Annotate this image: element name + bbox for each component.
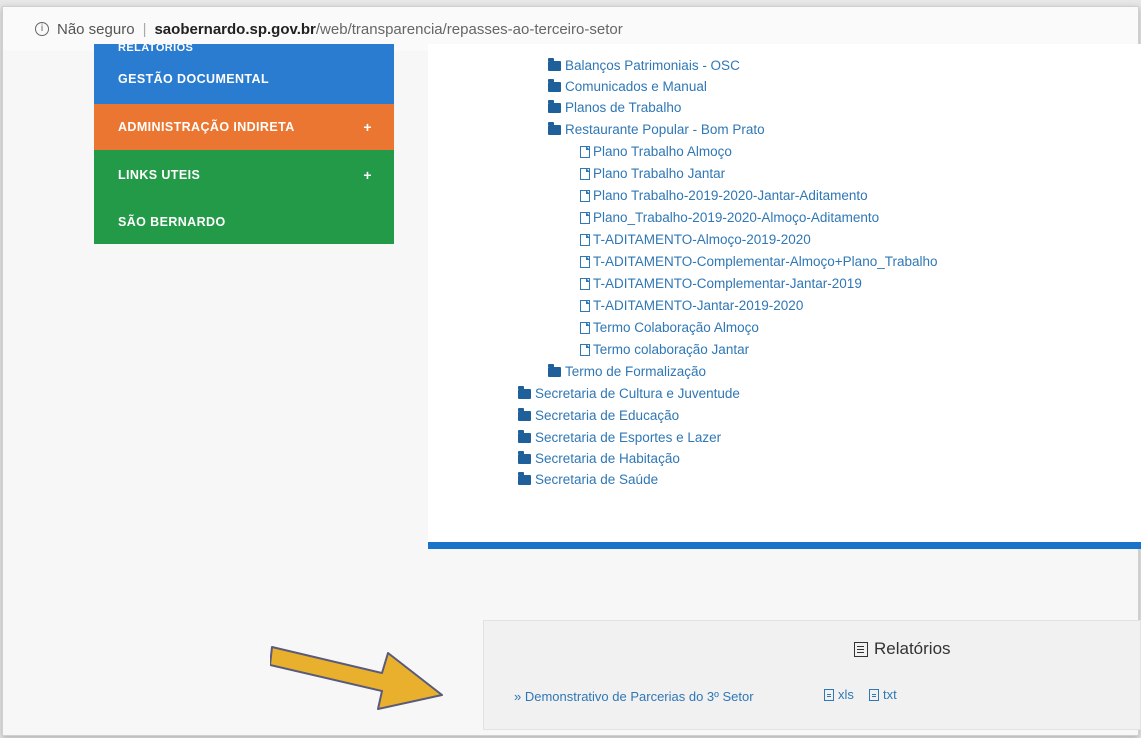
tree-folder[interactable]: Secretaria de Saúde bbox=[518, 470, 658, 490]
tree-folder[interactable]: Secretaria de Cultura e Juventude bbox=[518, 384, 740, 404]
demonstrativo-link[interactable]: » Demonstrativo de Parcerias do 3º Setor bbox=[514, 689, 754, 704]
sidebar-item-label: ADMINISTRAÇÃO INDIRETA bbox=[118, 120, 295, 134]
tree-folder[interactable]: Secretaria de Esportes e Lazer bbox=[518, 428, 721, 448]
folder-icon bbox=[518, 408, 531, 421]
info-icon[interactable]: i bbox=[35, 22, 49, 36]
xls-file-icon bbox=[824, 688, 834, 701]
txt-label: txt bbox=[883, 687, 897, 702]
file-icon bbox=[580, 278, 590, 290]
txt-file-icon bbox=[869, 688, 879, 701]
txt-download[interactable]: txt bbox=[869, 687, 897, 702]
tree-item-label: Plano Trabalho-2019-2020-Jantar-Aditamen… bbox=[593, 188, 868, 203]
tree-file[interactable]: Plano Trabalho-2019-2020-Jantar-Aditamen… bbox=[580, 186, 868, 206]
sidebar-item-gestao-documental[interactable]: GESTÃO DOCUMENTAL bbox=[94, 54, 394, 104]
tree-item-label: Plano Trabalho Jantar bbox=[593, 166, 726, 181]
tree-file[interactable]: T-ADITAMENTO-Jantar-2019-2020 bbox=[580, 296, 803, 316]
tree-folder[interactable]: Secretaria de Habitação bbox=[518, 449, 680, 469]
folder-icon bbox=[518, 386, 531, 399]
folder-icon bbox=[518, 451, 531, 464]
url-path[interactable]: /web/transparencia/repasses-ao-terceiro-… bbox=[316, 21, 623, 38]
sidebar-item-label: RELATÓRIOS bbox=[118, 44, 194, 54]
folder-icon bbox=[548, 122, 561, 135]
tree-item-label: T-ADITAMENTO-Almoço-2019-2020 bbox=[593, 232, 811, 247]
reports-panel: Relatórios » Demonstrativo de Parcerias … bbox=[483, 620, 1141, 730]
tree-item-label: Restaurante Popular - Bom Prato bbox=[565, 122, 765, 137]
tree-file[interactable]: Plano_Trabalho-2019-2020-Almoço-Aditamen… bbox=[580, 208, 879, 228]
tree-item-label: Plano_Trabalho-2019-2020-Almoço-Aditamen… bbox=[593, 210, 880, 225]
tree-folder[interactable]: Balanços Patrimoniais - OSC bbox=[548, 56, 740, 76]
folder-icon bbox=[548, 100, 561, 113]
sidebar-item-sao-bernardo[interactable]: SÃO BERNARDO bbox=[94, 200, 394, 244]
tree-item-label: Balanços Patrimoniais - OSC bbox=[565, 58, 740, 73]
sidebar-item-relatorios[interactable]: RELATÓRIOS bbox=[94, 44, 394, 54]
xls-download[interactable]: xls bbox=[824, 687, 854, 702]
sidebar-item-label: SÃO BERNARDO bbox=[118, 215, 226, 229]
sidebar-item-label: GESTÃO DOCUMENTAL bbox=[118, 72, 270, 86]
folder-icon bbox=[518, 430, 531, 443]
file-icon bbox=[580, 168, 590, 180]
file-icon bbox=[580, 234, 590, 246]
xls-label: xls bbox=[838, 687, 854, 702]
tree-folder[interactable]: Comunicados e Manual bbox=[548, 77, 707, 97]
file-icon bbox=[580, 256, 590, 268]
folder-icon bbox=[548, 364, 561, 377]
tree-folder[interactable]: Planos de Trabalho bbox=[548, 98, 681, 118]
tree-item-label: Planos de Trabalho bbox=[565, 100, 682, 115]
tree-item-label: Secretaria de Habitação bbox=[535, 451, 680, 466]
report-icon bbox=[854, 641, 868, 657]
sidebar-item-label: LINKS UTEIS bbox=[118, 168, 201, 182]
tree-item-label: Termo de Formalização bbox=[565, 364, 707, 379]
section-divider bbox=[428, 542, 1141, 549]
address-separator: | bbox=[142, 20, 147, 38]
tree-item-label: Termo colaboração Jantar bbox=[593, 342, 750, 357]
file-icon bbox=[580, 300, 590, 312]
tree-file[interactable]: T-ADITAMENTO-Complementar-Almoço+Plano_T… bbox=[580, 252, 938, 272]
security-label: Não seguro bbox=[57, 20, 135, 38]
tree-file[interactable]: Plano Trabalho Almoço bbox=[580, 142, 732, 162]
tree-item-label: Secretaria de Cultura e Juventude bbox=[535, 386, 740, 401]
file-icon bbox=[580, 344, 590, 356]
folder-icon bbox=[548, 79, 561, 92]
file-icon bbox=[580, 212, 590, 224]
tree-folder[interactable]: Secretaria de Educação bbox=[518, 406, 679, 426]
expand-icon[interactable]: + bbox=[363, 119, 372, 135]
tree-item-label: Secretaria de Saúde bbox=[535, 472, 659, 487]
arrow-shape bbox=[270, 646, 443, 710]
tree-folder[interactable]: Termo de Formalização bbox=[548, 362, 706, 382]
tree-item-label: Plano Trabalho Almoço bbox=[593, 144, 732, 159]
tree-item-label: Comunicados e Manual bbox=[565, 79, 707, 94]
tree-file[interactable]: Plano Trabalho Jantar bbox=[580, 164, 725, 184]
tree-file[interactable]: T-ADITAMENTO-Almoço-2019-2020 bbox=[580, 230, 811, 250]
file-icon bbox=[580, 190, 590, 202]
tree-item-label: T-ADITAMENTO-Complementar-Jantar-2019 bbox=[593, 276, 862, 291]
reports-title: Relatórios bbox=[854, 639, 951, 659]
tree-item-label: Secretaria de Educação bbox=[535, 408, 680, 423]
tree-item-label: T-ADITAMENTO-Jantar-2019-2020 bbox=[593, 298, 804, 313]
reports-title-text: Relatórios bbox=[874, 639, 951, 658]
tree-item-label: T-ADITAMENTO-Complementar-Almoço+Plano_T… bbox=[593, 254, 938, 269]
folder-icon bbox=[548, 58, 561, 71]
tree-item-label: Termo Colaboração Almoço bbox=[593, 320, 759, 335]
tree-folder[interactable]: Restaurante Popular - Bom Prato bbox=[548, 120, 765, 140]
folder-icon bbox=[518, 472, 531, 485]
sidebar-menu: RELATÓRIOS GESTÃO DOCUMENTAL ADMINISTRAÇ… bbox=[94, 44, 394, 282]
tree-file[interactable]: T-ADITAMENTO-Complementar-Jantar-2019 bbox=[580, 274, 862, 294]
file-icon bbox=[580, 322, 590, 334]
sidebar-item-administracao-indireta[interactable]: ADMINISTRAÇÃO INDIRETA + bbox=[94, 104, 394, 150]
url-host[interactable]: saobernardo.sp.gov.br bbox=[154, 21, 315, 38]
expand-icon[interactable]: + bbox=[363, 167, 372, 183]
file-icon bbox=[580, 146, 590, 158]
tree-file[interactable]: Termo Colaboração Almoço bbox=[580, 318, 759, 338]
sidebar-item-links-uteis[interactable]: LINKS UTEIS + bbox=[94, 150, 394, 200]
tree-file[interactable]: Termo colaboração Jantar bbox=[580, 340, 749, 360]
annotation-arrow-icon bbox=[270, 646, 443, 710]
tree-item-label: Secretaria de Esportes e Lazer bbox=[535, 430, 722, 445]
